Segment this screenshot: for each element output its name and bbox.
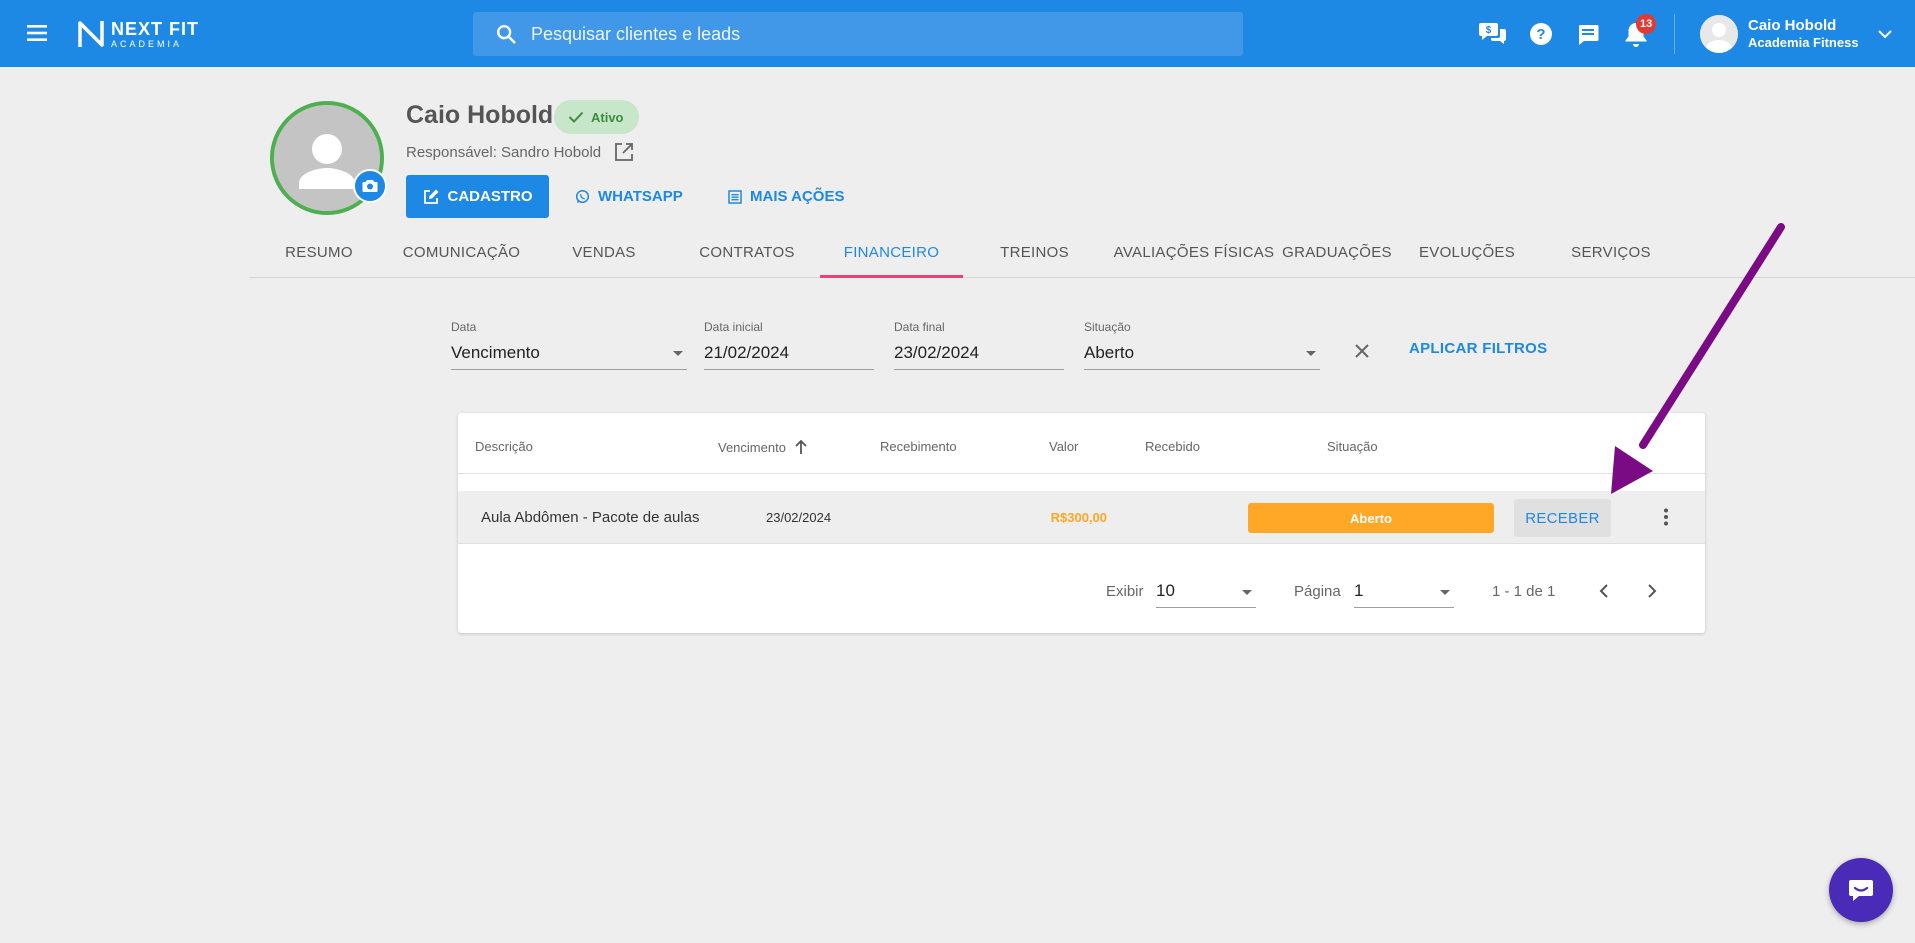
apply-filters-button[interactable]: APLICAR FILTROS [1409,340,1547,357]
dropdown-arrow-icon [673,351,683,356]
external-link-icon[interactable] [613,141,635,163]
profile-tabs: RESUMO COMUNICAÇÃO VENDAS CONTRATOS FINA… [249,228,1915,278]
filter-situacao-value: Aberto [1084,343,1135,362]
filter-data-inicial-label: Data inicial [704,320,763,334]
page-title: Caio Hobold [406,101,554,129]
tab-avaliacoes-fisicas[interactable]: AVALIAÇÕES FÍSICAS [1106,228,1282,277]
responsavel: Responsável: Sandro Hobold [406,141,635,163]
user-menu[interactable]: Caio Hobold Academia Fitness [1700,14,1893,54]
avatar [1700,15,1738,53]
logo[interactable]: NEXT FIT ACADEMIA [77,18,199,50]
user-organization: Academia Fitness [1748,35,1859,51]
page-size-select[interactable]: 10 [1156,575,1256,608]
tab-comunicacao[interactable]: COMUNICAÇÃO [389,228,534,277]
notification-badge: 13 [1636,14,1657,34]
filter-data-value: Vencimento [451,343,540,362]
filter-data-final-label: Data final [894,320,945,334]
receber-button[interactable]: RECEBER [1514,499,1611,537]
tab-resumo[interactable]: RESUMO [249,228,389,277]
list-icon [728,189,742,204]
tab-financeiro[interactable]: FINANCEIRO [820,228,963,278]
filter-data-final[interactable]: Data final 23/02/2024 [894,320,1064,370]
logo-subtitle: ACADEMIA [111,38,183,49]
sort-arrow-up-icon [795,439,807,454]
search-bar [473,12,1243,56]
column-header-vencimento[interactable]: Vencimento [718,439,808,455]
status-badge-label: Ativo [591,109,624,125]
tab-servicos[interactable]: SERVIÇOS [1542,228,1680,277]
tab-contratos[interactable]: CONTRATOS [674,228,820,277]
cell-valor: R$300,00 [1050,510,1107,525]
responsavel-text: Responsável: Sandro Hobold [406,143,602,161]
search-icon [497,25,516,44]
svg-text:?: ? [1536,26,1545,43]
filter-data-inicial-input[interactable]: 21/02/2024 [704,340,874,370]
filter-data-final-value: 23/02/2024 [894,343,980,362]
dropdown-arrow-icon [1242,590,1252,595]
cell-vencimento: 23/02/2024 [766,510,832,525]
menu-icon[interactable] [24,21,52,45]
financeiro-table: Descrição Vencimento Recebimento Valor R… [458,413,1705,633]
pager-exibir-label: Exibir [1106,583,1144,600]
more-vert-icon[interactable] [1654,505,1678,529]
user-name: Caio Hobold [1748,16,1837,34]
whatsapp-icon [575,189,590,204]
filter-data-label: Data [451,320,477,334]
header-divider [458,473,1705,474]
whatsapp-button[interactable]: WHATSAPP [575,175,683,218]
mais-acoes-button-label: MAIS AÇÕES [750,188,845,205]
tab-treinos[interactable]: TREINOS [963,228,1106,277]
topbar-divider [1674,14,1675,54]
status-badge: Aberto [1248,503,1494,533]
filter-data-select[interactable]: Vencimento [451,340,687,370]
cadastro-button-label: CADASTRO [447,188,533,205]
column-header-recebido[interactable]: Recebido [1145,439,1200,454]
filter-situacao[interactable]: Situação Aberto [1084,320,1320,370]
filter-situacao-select[interactable]: Aberto [1084,340,1320,370]
camera-icon[interactable] [353,169,387,203]
status-badge: Ativo [554,100,639,134]
chevron-down-icon [1877,30,1892,39]
tab-evolucoes[interactable]: EVOLUÇÕES [1392,228,1542,277]
svg-text:$: $ [1486,25,1492,36]
cadastro-button[interactable]: CADASTRO [406,175,549,218]
column-header-vencimento-label: Vencimento [718,439,786,455]
check-icon [568,111,584,123]
filter-data-final-input[interactable]: 23/02/2024 [894,340,1064,370]
tab-vendas[interactable]: VENDAS [534,228,674,277]
filter-data-inicial[interactable]: Data inicial 21/02/2024 [704,320,874,370]
filter-data[interactable]: Data Vencimento [451,320,687,370]
chat-money-icon[interactable]: $ [1477,18,1509,50]
dropdown-arrow-icon [1306,351,1316,356]
filter-data-inicial-value: 21/02/2024 [704,343,790,362]
pager-range: 1 - 1 de 1 [1492,583,1556,600]
edit-icon [423,189,438,204]
cell-descricao: Aula Abdômen - Pacote de aulas [481,509,700,526]
whatsapp-button-label: WHATSAPP [598,188,683,205]
close-icon[interactable] [1350,339,1374,363]
filter-situacao-label: Situação [1084,320,1131,334]
dropdown-arrow-icon [1440,590,1450,595]
column-header-situacao[interactable]: Situação [1327,439,1378,454]
page-value: 1 [1354,581,1364,600]
column-header-descricao[interactable]: Descrição [475,439,533,454]
message-icon[interactable] [1572,18,1604,50]
pager-pagina-label: Página [1294,583,1341,600]
table-row[interactable]: Aula Abdômen - Pacote de aulas 23/02/202… [458,491,1705,544]
column-header-valor[interactable]: Valor [1049,439,1078,454]
chevron-left-icon[interactable] [1592,579,1616,603]
help-icon[interactable]: ? [1525,18,1557,50]
column-header-recebimento[interactable]: Recebimento [880,439,957,454]
chevron-right-icon[interactable] [1640,579,1664,603]
page-select[interactable]: 1 [1354,575,1454,608]
chat-icon[interactable] [1829,858,1893,922]
logo-mark-icon [78,21,104,47]
tab-graduacoes[interactable]: GRADUAÇÕES [1282,228,1392,277]
logo-name: NEXT FIT [111,18,199,39]
mais-acoes-button[interactable]: MAIS AÇÕES [728,175,844,218]
page-size-value: 10 [1156,581,1175,600]
top-app-bar: NEXT FIT ACADEMIA $ ? 13 Caio Hobold Aca… [0,0,1915,67]
bell-icon[interactable]: 13 [1620,14,1657,50]
search-input[interactable] [531,23,1171,45]
